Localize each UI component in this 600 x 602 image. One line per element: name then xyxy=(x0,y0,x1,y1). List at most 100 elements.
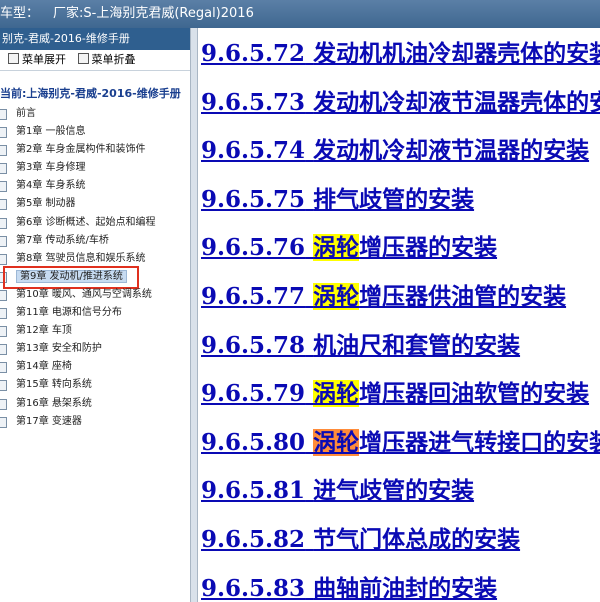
section-number: 9.6.5.76 xyxy=(201,234,306,262)
manufacturer-label: 厂家:S-上海别克君威(Regal)2016 xyxy=(53,6,254,21)
tree-node-icon xyxy=(0,199,7,211)
menu-collapse-button[interactable]: 菜单折叠 xyxy=(92,53,136,66)
section-number: 9.6.5.78 xyxy=(201,331,306,359)
section-link[interactable]: 9.6.5.77 涡轮增压器供油管的安装 xyxy=(201,278,566,316)
section-number: 9.6.5.82 xyxy=(201,526,306,553)
section-title: 曲轴前油封的安装 xyxy=(313,574,498,602)
section-link[interactable]: 9.6.5.78 机油尺和套管的安装 xyxy=(201,327,520,365)
pane-splitter[interactable] xyxy=(190,28,198,602)
section-title: 发动机冷却液节温器的安装 xyxy=(313,137,590,165)
section-link[interactable]: 9.6.5.75 排气歧管的安装 xyxy=(201,181,474,219)
sidebar-chapter-item[interactable]: 第11章 电源和信号分布 xyxy=(0,304,190,322)
tree-node-icon xyxy=(0,398,7,410)
tree-node-icon xyxy=(0,416,7,428)
tree-node-icon xyxy=(0,145,7,157)
sidebar-chapter-item[interactable]: 第1章 一般信息 xyxy=(0,123,190,141)
menu-toggle-row: 菜单展开 菜单折叠 xyxy=(0,50,190,71)
section-number: 9.6.5.81 xyxy=(201,477,306,505)
tree-node-icon xyxy=(0,109,7,120)
sidebar-chapter-item[interactable]: 第17章 变速器 xyxy=(0,413,190,431)
section-title: 进气歧管的安装 xyxy=(313,477,475,505)
section-link[interactable]: 9.6.5.83 曲轴前油封的安装 xyxy=(201,570,497,602)
chapter-label: 第14章 座椅 xyxy=(16,361,72,373)
tree-node-icon xyxy=(0,362,7,374)
chapter-label: 第13章 安全和防护 xyxy=(16,343,102,355)
search-highlight: 涡轮 xyxy=(313,234,360,262)
chapter-label: 第3章 车身修理 xyxy=(16,162,86,174)
sidebar-chapter-item[interactable]: 第13章 安全和防护 xyxy=(0,340,190,358)
sidebar-chapter-item[interactable]: 第8章 驾驶员信息和娱乐系统 xyxy=(0,250,190,268)
chapter-label: 第11章 电源和信号分布 xyxy=(16,307,122,319)
section-number: 9.6.5.77 xyxy=(201,283,306,310)
chapter-label: 第5章 制动器 xyxy=(16,198,76,210)
current-manual-label: 当前:上海别克-君威-2016-维修手册 xyxy=(0,87,181,100)
chapter-label: 第8章 驾驶员信息和娱乐系统 xyxy=(16,252,146,264)
chapter-label: 第9章 发动机/推进系统 xyxy=(16,269,127,283)
section-title: 增压器进气转接口的安装 xyxy=(359,428,600,456)
tree-node-icon xyxy=(0,271,7,283)
section-link[interactable]: 9.6.5.73 发动机冷却液节温器壳体的安装 xyxy=(201,84,600,122)
sidebar-chapter-item[interactable]: 第5章 制动器 xyxy=(0,195,190,213)
section-number: 9.6.5.75 xyxy=(201,185,306,213)
section-link[interactable]: 9.6.5.82 节气门体总成的安装 xyxy=(201,521,520,559)
section-title: 发动机冷却液节温器壳体的安装 xyxy=(313,88,600,116)
chapter-label: 第1章 一般信息 xyxy=(16,126,86,138)
section-link[interactable]: 9.6.5.74 发动机冷却液节温器的安装 xyxy=(201,132,589,170)
chapter-label: 第2章 车身金属构件和装饰件 xyxy=(16,144,146,156)
section-title: 增压器供油管的安装 xyxy=(359,283,567,310)
tree-node-icon xyxy=(0,217,7,229)
section-number: 9.6.5.73 xyxy=(201,88,306,116)
chapter-tree: 前言第1章 一般信息第2章 车身金属构件和装饰件 第3章 车身修理 第4章 车身系统… xyxy=(0,105,190,431)
section-number: 9.6.5.79 xyxy=(201,380,306,408)
search-highlight: 涡轮 xyxy=(313,380,360,408)
content-pane: 9.6.5.72 发动机机油冷却器壳体的安装 9.6.5.73 发动机冷却液节温器… xyxy=(200,28,600,602)
menu-expand-button[interactable]: 菜单展开 xyxy=(22,53,66,66)
manual-title: 别克-君威-2016-维修手册 xyxy=(0,28,190,50)
section-link[interactable]: 9.6.5.72 发动机机油冷却器壳体的安装 xyxy=(201,35,600,73)
sidebar-chapter-item[interactable]: 第14章 座椅 xyxy=(0,358,190,376)
sidebar-chapter-item[interactable]: 第6章 诊断概述、起始点和编程 xyxy=(0,214,190,232)
sidebar-chapter-item[interactable]: 前言 xyxy=(0,105,190,123)
sidebar-chapter-item[interactable]: 第10章 暖风、通风与空调系统 xyxy=(0,286,190,304)
sidebar-chapter-item[interactable]: 第15章 转向系统 xyxy=(0,376,190,394)
tree-node-icon xyxy=(0,253,7,265)
section-link[interactable]: 9.6.5.76 涡轮增压器的安装 xyxy=(201,229,497,267)
section-title: 发动机机油冷却器壳体的安装 xyxy=(313,40,600,67)
section-title: 排气歧管的安装 xyxy=(313,185,475,213)
search-highlight: 涡轮 xyxy=(313,428,360,456)
section-title: 增压器的安装 xyxy=(359,234,498,262)
section-title: 节气门体总成的安装 xyxy=(313,526,521,553)
tree-node-icon xyxy=(0,127,7,139)
tree-node-icon xyxy=(0,289,7,301)
section-title: 增压器回油软管的安装 xyxy=(359,380,590,408)
search-highlight: 涡轮 xyxy=(313,283,360,310)
section-link[interactable]: 9.6.5.79 涡轮增压器回油软管的安装 xyxy=(201,375,589,413)
sidebar-chapter-item[interactable]: 第12章 车顶 xyxy=(0,322,190,340)
tree-node-icon xyxy=(0,380,7,392)
chapter-label: 第17章 变速器 xyxy=(16,415,82,427)
sidebar-chapter-item[interactable]: 第2章 车身金属构件和装饰件 xyxy=(0,141,190,159)
tree-node-icon xyxy=(0,344,7,356)
chapter-label: 第7章 传动系统/车桥 xyxy=(16,234,109,246)
sidebar-chapter-item[interactable]: 第4章 车身系统 xyxy=(0,177,190,195)
chapter-label: 第6章 诊断概述、起始点和编程 xyxy=(16,216,156,228)
section-link[interactable]: 9.6.5.80 涡轮增压器进气转接口的安装 xyxy=(201,424,600,462)
sidebar-chapter-item[interactable]: 第16章 悬架系统 xyxy=(0,395,190,413)
chapter-label: 第10章 暖风、通风与空调系统 xyxy=(16,288,152,300)
section-number: 9.6.5.80 xyxy=(201,428,306,456)
chapter-label: 第15章 转向系统 xyxy=(16,379,92,391)
tree-node-icon xyxy=(0,235,7,247)
sidebar-chapter-item[interactable]: 第9章 发动机/推进系统 xyxy=(0,265,190,289)
tree-node-icon xyxy=(0,163,7,175)
sidebar-chapter-item[interactable]: 第7章 传动系统/车桥 xyxy=(0,232,190,250)
expand-checkbox-icon[interactable] xyxy=(8,53,19,64)
chapter-label: 第16章 悬架系统 xyxy=(16,397,92,409)
collapse-checkbox-icon[interactable] xyxy=(77,53,89,64)
section-title: 机油尺和套管的安装 xyxy=(313,331,521,359)
chapter-label: 第4章 车身系统 xyxy=(16,180,86,192)
section-link[interactable]: 9.6.5.81 进气歧管的安装 xyxy=(201,472,474,510)
chapter-label: 第12章 车顶 xyxy=(16,325,72,337)
sidebar: 别克-君威-2016-维修手册 菜单展开 菜单折叠 当前:上海别克-君威-201… xyxy=(0,28,191,602)
sidebar-chapter-item[interactable]: 第3章 车身修理 xyxy=(0,159,190,177)
chapter-label: 前言 xyxy=(16,108,36,119)
